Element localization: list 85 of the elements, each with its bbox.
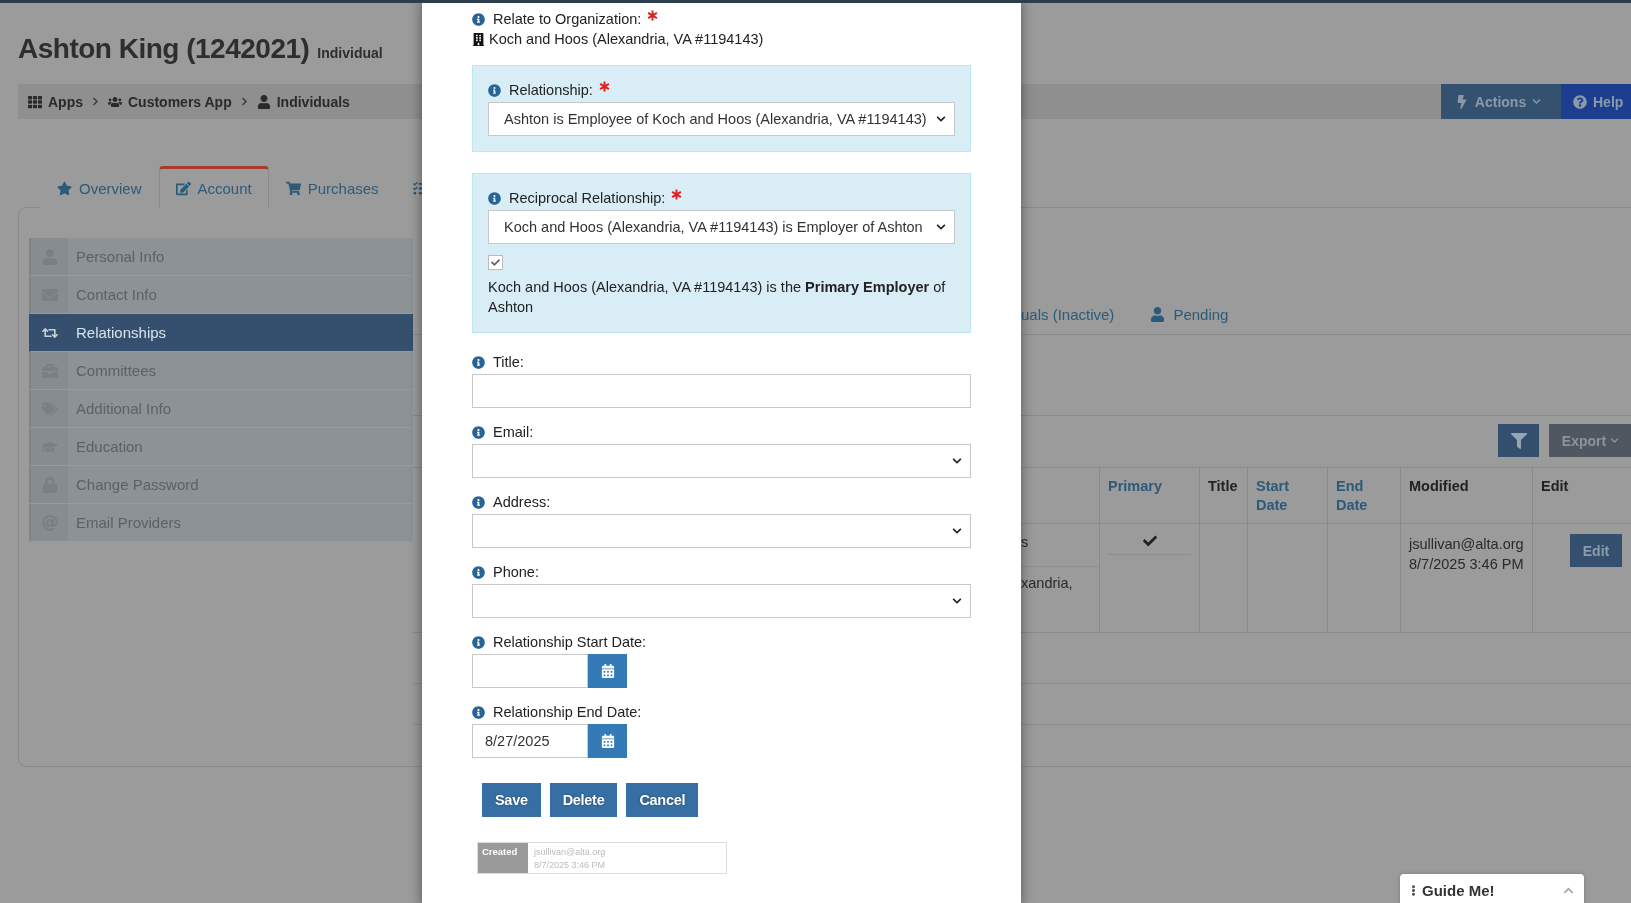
created-at: 8/7/2025 3:46 PM	[534, 859, 606, 872]
calendar-icon	[600, 734, 615, 748]
guide-title: Guide Me!	[1422, 881, 1495, 899]
field-label: Title:	[493, 354, 524, 370]
date-field[interactable]	[472, 654, 588, 688]
column-header[interactable]: Primary	[1099, 468, 1199, 524]
cell-text: jsullivan@alta.org	[1409, 535, 1524, 554]
info-icon[interactable]	[472, 565, 485, 579]
guide-panel[interactable]: Guide Me!	[1400, 874, 1584, 903]
info-icon[interactable]	[472, 705, 485, 719]
cell-text: xandria,	[1021, 574, 1074, 593]
select-field[interactable]	[472, 444, 971, 478]
cancel-button[interactable]: Cancel	[626, 783, 699, 817]
calendar-button[interactable]	[588, 654, 627, 688]
created-label: Created	[478, 843, 528, 873]
chevron-down-icon	[936, 114, 946, 124]
field-label: Relationship End Date:	[493, 704, 642, 720]
chevron-right-icon	[239, 97, 249, 106]
users-icon	[108, 94, 122, 109]
actions-button[interactable]: Actions	[1441, 84, 1561, 119]
primary-checkbox[interactable]	[488, 255, 503, 270]
column-header[interactable]: Start Date	[1247, 468, 1327, 524]
chevron-right-icon	[91, 97, 100, 106]
user-icon	[256, 94, 271, 109]
breadcrumb-link[interactable]: Individuals	[256, 93, 350, 110]
chevron-down-icon	[952, 456, 962, 466]
filter-icon	[1510, 432, 1527, 449]
info-icon[interactable]	[472, 635, 485, 649]
export-button[interactable]: Export	[1549, 424, 1631, 457]
breadcrumb-link[interactable]: Customers App	[108, 93, 232, 110]
chevron-down-icon	[1532, 97, 1542, 106]
calendar-icon	[600, 664, 615, 678]
cell-text: 8/7/2025 3:46 PM	[1409, 555, 1524, 574]
help-button[interactable]: Help	[1561, 84, 1631, 119]
field-label: Reciprocal Relationship:	[509, 190, 666, 206]
cell-text: s	[1021, 533, 1030, 552]
primary-employer-text: Koch and Hoos (Alexandria, VA #1194143) is the Primary Employer of Ashton	[488, 278, 947, 317]
grid-icon	[28, 94, 42, 109]
field-label: Address:	[493, 494, 551, 510]
organization-name: Koch and Hoos (Alexandria, VA #1194143)	[489, 31, 764, 47]
chevron-down-icon	[952, 596, 962, 606]
building-icon	[472, 32, 485, 46]
star-icon	[57, 180, 72, 196]
delete-button[interactable]: Delete	[549, 783, 618, 817]
chevron-down-icon	[952, 526, 962, 536]
relationship-select[interactable]: Ashton is Employee of Koch and Hoos (Alexandria, VA #1194143)	[488, 102, 955, 136]
info-icon[interactable]	[472, 425, 485, 439]
select-field[interactable]	[472, 584, 971, 618]
text-field[interactable]	[472, 374, 971, 408]
field-label: Phone:	[493, 564, 539, 580]
column-header: Edit	[1532, 468, 1631, 524]
breadcrumb-link[interactable]: Apps	[28, 93, 83, 110]
column-header: Title	[1199, 468, 1247, 524]
edit-button[interactable]: Edit	[1570, 534, 1622, 567]
field-label: Relationship:	[509, 82, 593, 98]
page-title: Ashton King (1242021)	[18, 33, 310, 65]
date-field[interactable]: 8/27/2025	[472, 724, 588, 758]
field-label: Relationship Start Date:	[493, 634, 647, 650]
chevron-down-icon	[1610, 436, 1620, 445]
user-icon	[1150, 307, 1166, 322]
select-field[interactable]	[472, 514, 971, 548]
cart-icon	[285, 180, 301, 196]
column-header[interactable]: End Date	[1327, 468, 1400, 524]
filter-button[interactable]	[1498, 424, 1539, 457]
save-button[interactable]: Save	[482, 783, 541, 817]
field-label: Relate to Organization:	[493, 11, 642, 27]
edit-icon	[175, 180, 191, 196]
sidebar-item[interactable]: Relationships	[29, 314, 413, 352]
check-icon	[491, 258, 500, 267]
record-type: Individual	[317, 45, 383, 61]
info-icon[interactable]	[488, 83, 501, 97]
info-icon[interactable]	[472, 495, 485, 509]
info-icon[interactable]	[472, 12, 485, 26]
created-by: jsullivan@alta.org	[534, 846, 606, 859]
tab[interactable]: Account	[158, 166, 269, 208]
field-label: Email:	[493, 424, 534, 440]
column-header: Modified	[1400, 468, 1532, 524]
reciprocal-select[interactable]: Koch and Hoos (Alexandria, VA #1194143) is Employer of Ashton	[488, 210, 955, 244]
sub-tab[interactable]: Pending	[1150, 306, 1229, 323]
calendar-button[interactable]	[588, 724, 627, 758]
chevron-down-icon	[936, 222, 946, 232]
sub-tab[interactable]: uals (Inactive)	[1021, 306, 1115, 323]
info-icon[interactable]	[472, 355, 485, 369]
info-icon[interactable]	[488, 191, 501, 205]
help-icon	[1573, 94, 1587, 109]
